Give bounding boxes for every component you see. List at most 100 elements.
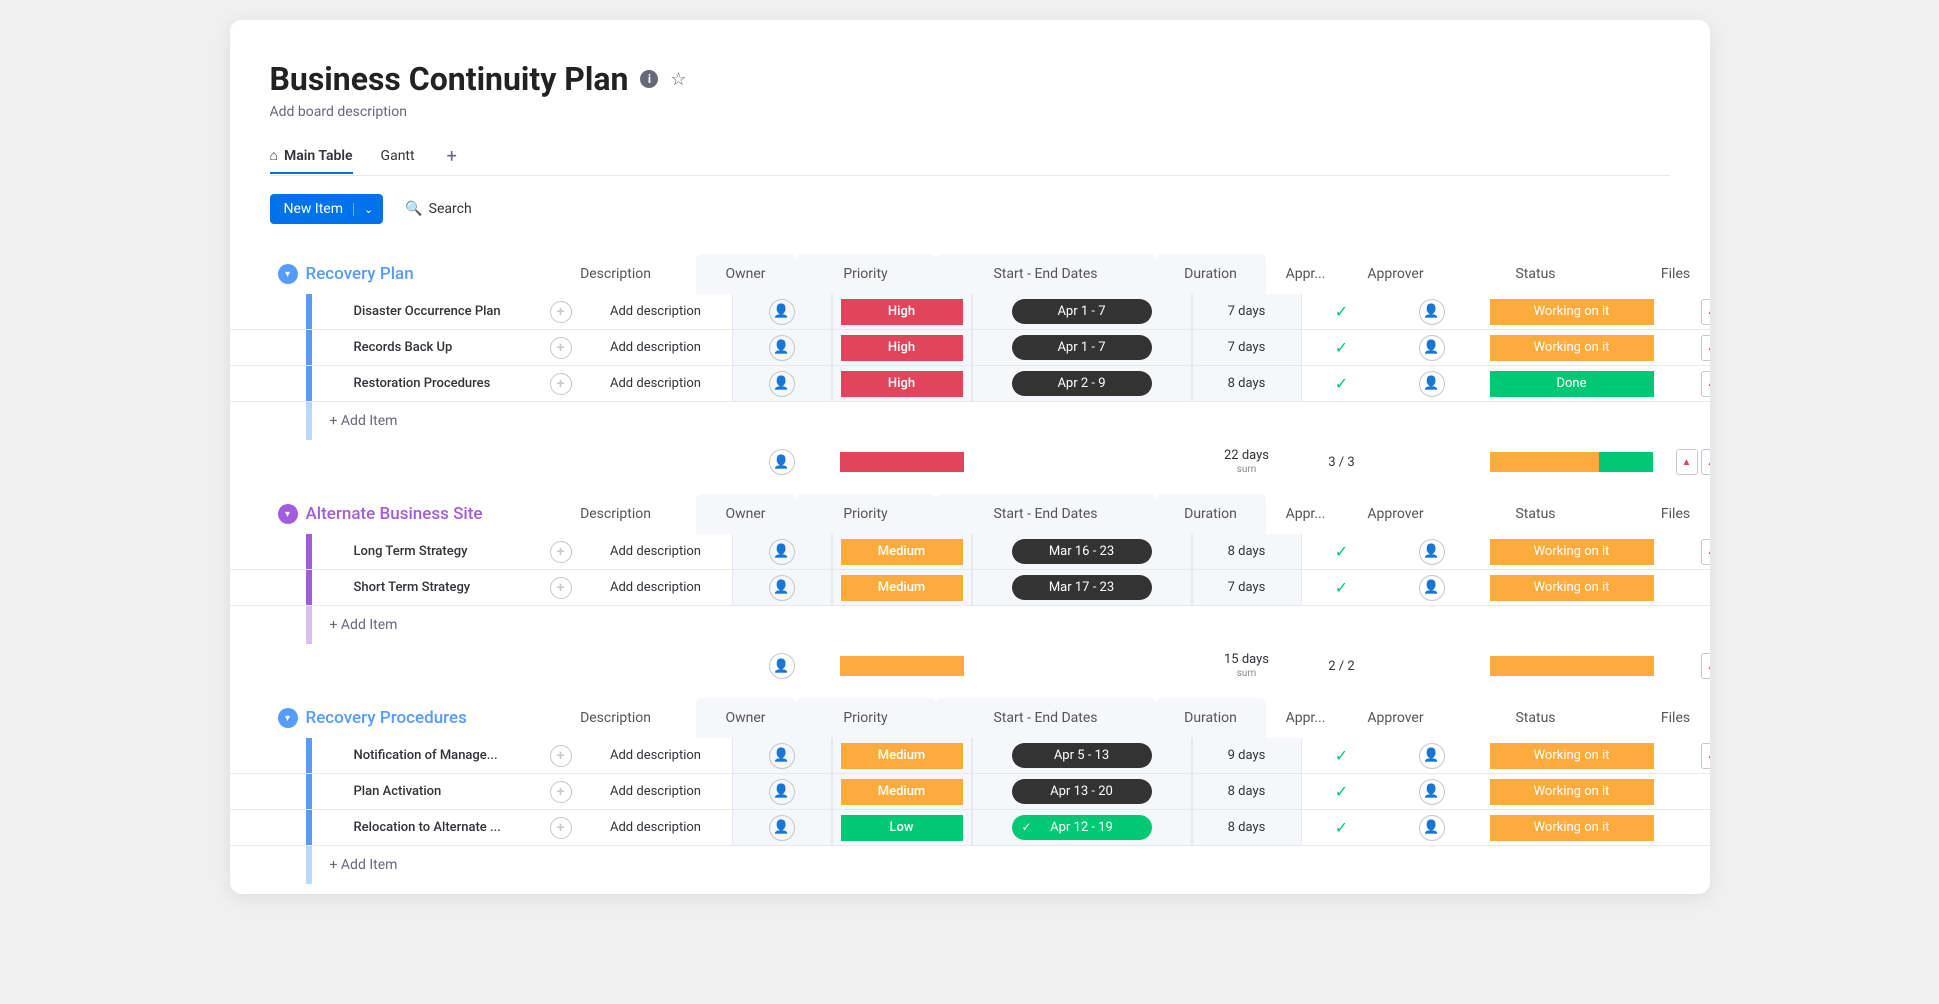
approver-icon[interactable]: 👤	[1419, 779, 1445, 805]
column-header-status[interactable]: Status	[1446, 698, 1626, 738]
owner-icon[interactable]: 👤	[769, 743, 795, 769]
approver-icon[interactable]: 👤	[1419, 815, 1445, 841]
file-icon[interactable]: ▲	[1701, 299, 1710, 325]
add-item-row[interactable]: + Add Item	[230, 402, 1710, 440]
add-item-row[interactable]: + Add Item	[230, 606, 1710, 644]
priority-cell[interactable]: High	[841, 335, 963, 361]
table-row[interactable]: Restoration Procedures +Add description 👤 H…	[230, 366, 1710, 402]
status-cell[interactable]: Working on it	[1490, 539, 1654, 565]
column-header-status[interactable]: Status	[1446, 494, 1626, 534]
column-header-owner[interactable]: Owner	[696, 698, 796, 738]
files-cell[interactable]	[1662, 810, 1710, 845]
collapse-group-button[interactable]: ▾	[278, 708, 298, 728]
date-range-cell[interactable]: Mar 16 - 23	[1012, 539, 1152, 564]
approved-check-icon[interactable]: ✓	[1335, 542, 1348, 561]
file-icon[interactable]: ▲	[1676, 449, 1698, 475]
column-header-duration[interactable]: Duration	[1156, 494, 1266, 534]
column-header-priority[interactable]: Priority	[796, 698, 936, 738]
status-cell[interactable]: Working on it	[1490, 575, 1654, 601]
item-name[interactable]: Restoration Procedures	[354, 376, 542, 391]
item-name[interactable]: Relocation to Alternate ...	[354, 820, 542, 835]
column-header-files[interactable]: Files	[1626, 698, 1710, 738]
column-header-dates[interactable]: Start - End Dates	[936, 698, 1156, 738]
column-header-approved[interactable]: Appr...	[1266, 698, 1346, 738]
approved-check-icon[interactable]: ✓	[1335, 338, 1348, 357]
approved-check-icon[interactable]: ✓	[1335, 746, 1348, 765]
table-row[interactable]: Records Back Up+Add description👤HighApr …	[230, 330, 1710, 366]
approver-icon[interactable]: 👤	[1419, 575, 1445, 601]
date-range-cell[interactable]: Apr 1 - 7	[1012, 335, 1152, 360]
description-cell[interactable]: Add description	[572, 534, 732, 569]
date-range-cell[interactable]: Apr 13 - 20	[1012, 779, 1152, 804]
owner-icon[interactable]: 👤	[769, 815, 795, 841]
column-header-dates[interactable]: Start - End Dates	[936, 254, 1156, 294]
approver-icon[interactable]: 👤	[1419, 371, 1445, 397]
column-header-duration[interactable]: Duration	[1156, 698, 1266, 738]
priority-cell[interactable]: Medium	[841, 743, 963, 769]
file-icon[interactable]: ▲	[1701, 653, 1710, 679]
date-range-cell[interactable]: Apr 2 - 9	[1012, 371, 1152, 396]
status-cell[interactable]: Working on it	[1490, 299, 1654, 325]
table-row[interactable]: Relocation to Alternate ...+Add descript…	[230, 810, 1710, 846]
description-cell[interactable]: Add description	[572, 570, 732, 605]
collapse-group-button[interactable]: ▾	[278, 264, 298, 284]
status-cell[interactable]: Working on it	[1490, 743, 1654, 769]
files-cell[interactable]	[1662, 774, 1710, 809]
approved-check-icon[interactable]: ✓	[1335, 374, 1348, 393]
priority-cell[interactable]: Medium	[841, 575, 963, 601]
status-cell[interactable]: Working on it	[1490, 779, 1654, 805]
column-header-priority[interactable]: Priority	[796, 494, 936, 534]
owner-icon[interactable]: 👤	[769, 371, 795, 397]
group-name[interactable]: Recovery Procedures	[306, 708, 467, 728]
owner-icon[interactable]: 👤	[769, 653, 795, 679]
date-range-cell[interactable]: ✓Apr 12 - 19	[1012, 815, 1152, 840]
column-header-duration[interactable]: Duration	[1156, 254, 1266, 294]
column-header-description[interactable]: Description	[536, 254, 696, 294]
add-comment-icon[interactable]: +	[550, 337, 572, 359]
owner-icon[interactable]: 👤	[769, 575, 795, 601]
column-header-priority[interactable]: Priority	[796, 254, 936, 294]
add-comment-icon[interactable]: +	[550, 301, 572, 323]
item-name[interactable]: Plan Activation	[354, 784, 542, 799]
info-icon[interactable]: i	[640, 70, 658, 88]
description-cell[interactable]: Add description	[572, 294, 732, 329]
column-header-approver[interactable]: Approver	[1346, 254, 1446, 294]
approver-icon[interactable]: 👤	[1419, 539, 1445, 565]
approved-check-icon[interactable]: ✓	[1335, 578, 1348, 597]
status-cell[interactable]: Working on it	[1490, 335, 1654, 361]
approver-icon[interactable]: 👤	[1419, 299, 1445, 325]
priority-cell[interactable]: Medium	[841, 779, 963, 805]
column-header-dates[interactable]: Start - End Dates	[936, 494, 1156, 534]
description-cell[interactable]: Add description	[572, 366, 732, 401]
approved-check-icon[interactable]: ✓	[1335, 782, 1348, 801]
owner-icon[interactable]: 👤	[769, 779, 795, 805]
priority-cell[interactable]: High	[841, 299, 963, 325]
group-name[interactable]: Recovery Plan	[306, 264, 414, 284]
column-header-approver[interactable]: Approver	[1346, 698, 1446, 738]
description-cell[interactable]: Add description	[572, 330, 732, 365]
priority-cell[interactable]: High	[841, 371, 963, 397]
status-cell[interactable]: Done	[1490, 371, 1654, 397]
column-header-status[interactable]: Status	[1446, 254, 1626, 294]
priority-cell[interactable]: Low	[841, 815, 963, 841]
approved-check-icon[interactable]: ✓	[1335, 302, 1348, 321]
files-cell[interactable]	[1662, 570, 1710, 605]
tab-gantt[interactable]: Gantt	[381, 140, 415, 174]
column-header-approved[interactable]: Appr...	[1266, 254, 1346, 294]
add-comment-icon[interactable]: +	[550, 745, 572, 767]
column-header-description[interactable]: Description	[536, 494, 696, 534]
add-comment-icon[interactable]: +	[550, 541, 572, 563]
column-header-description[interactable]: Description	[536, 698, 696, 738]
file-icon[interactable]: ▲	[1701, 335, 1710, 361]
date-range-cell[interactable]: Apr 1 - 7	[1012, 299, 1152, 324]
collapse-group-button[interactable]: ▾	[278, 504, 298, 524]
status-cell[interactable]: Working on it	[1490, 815, 1654, 841]
date-range-cell[interactable]: Apr 5 - 13	[1012, 743, 1152, 768]
file-icon[interactable]: ▲	[1701, 743, 1710, 769]
files-cell[interactable]: ▲	[1662, 534, 1710, 569]
tab-main-table[interactable]: ⌂ Main Table	[270, 139, 353, 174]
item-name[interactable]: Long Term Strategy	[354, 544, 542, 559]
add-comment-icon[interactable]: +	[550, 373, 572, 395]
priority-cell[interactable]: Medium	[841, 539, 963, 565]
table-row[interactable]: Short Term Strategy+Add description👤Medi…	[230, 570, 1710, 606]
